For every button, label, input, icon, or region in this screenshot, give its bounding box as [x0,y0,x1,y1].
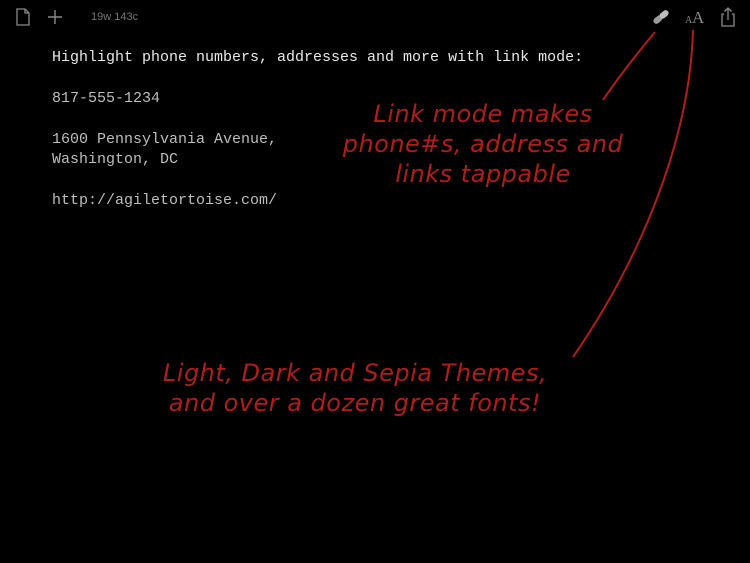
font-size-large-glyph: A [692,8,705,27]
annotation-line: links tappable [395,160,571,188]
link-icon[interactable] [650,6,672,28]
link-mode-annotation: Link mode makes phone#s, address and lin… [318,99,648,189]
annotation-line: and over a dozen great fonts! [168,389,542,417]
document-line: Highlight phone numbers, addresses and m… [52,49,584,66]
annotation-line: phone#s, address and [342,130,624,158]
font-size-icon[interactable]: A A [684,6,708,28]
themes-annotation: Light, Dark and Sepia Themes, and over a… [120,358,590,418]
plus-icon[interactable] [44,6,66,28]
annotation-line: Link mode makes [373,100,593,128]
share-icon[interactable] [717,6,739,28]
url-link[interactable]: http://agiletortoise.com/ [52,191,712,211]
toolbar: 19w 143c A A [0,0,750,34]
annotation-line: Light, Dark and Sepia Themes, [162,359,548,387]
document-icon[interactable] [12,6,34,28]
word-count: 19w 143c [91,11,139,23]
